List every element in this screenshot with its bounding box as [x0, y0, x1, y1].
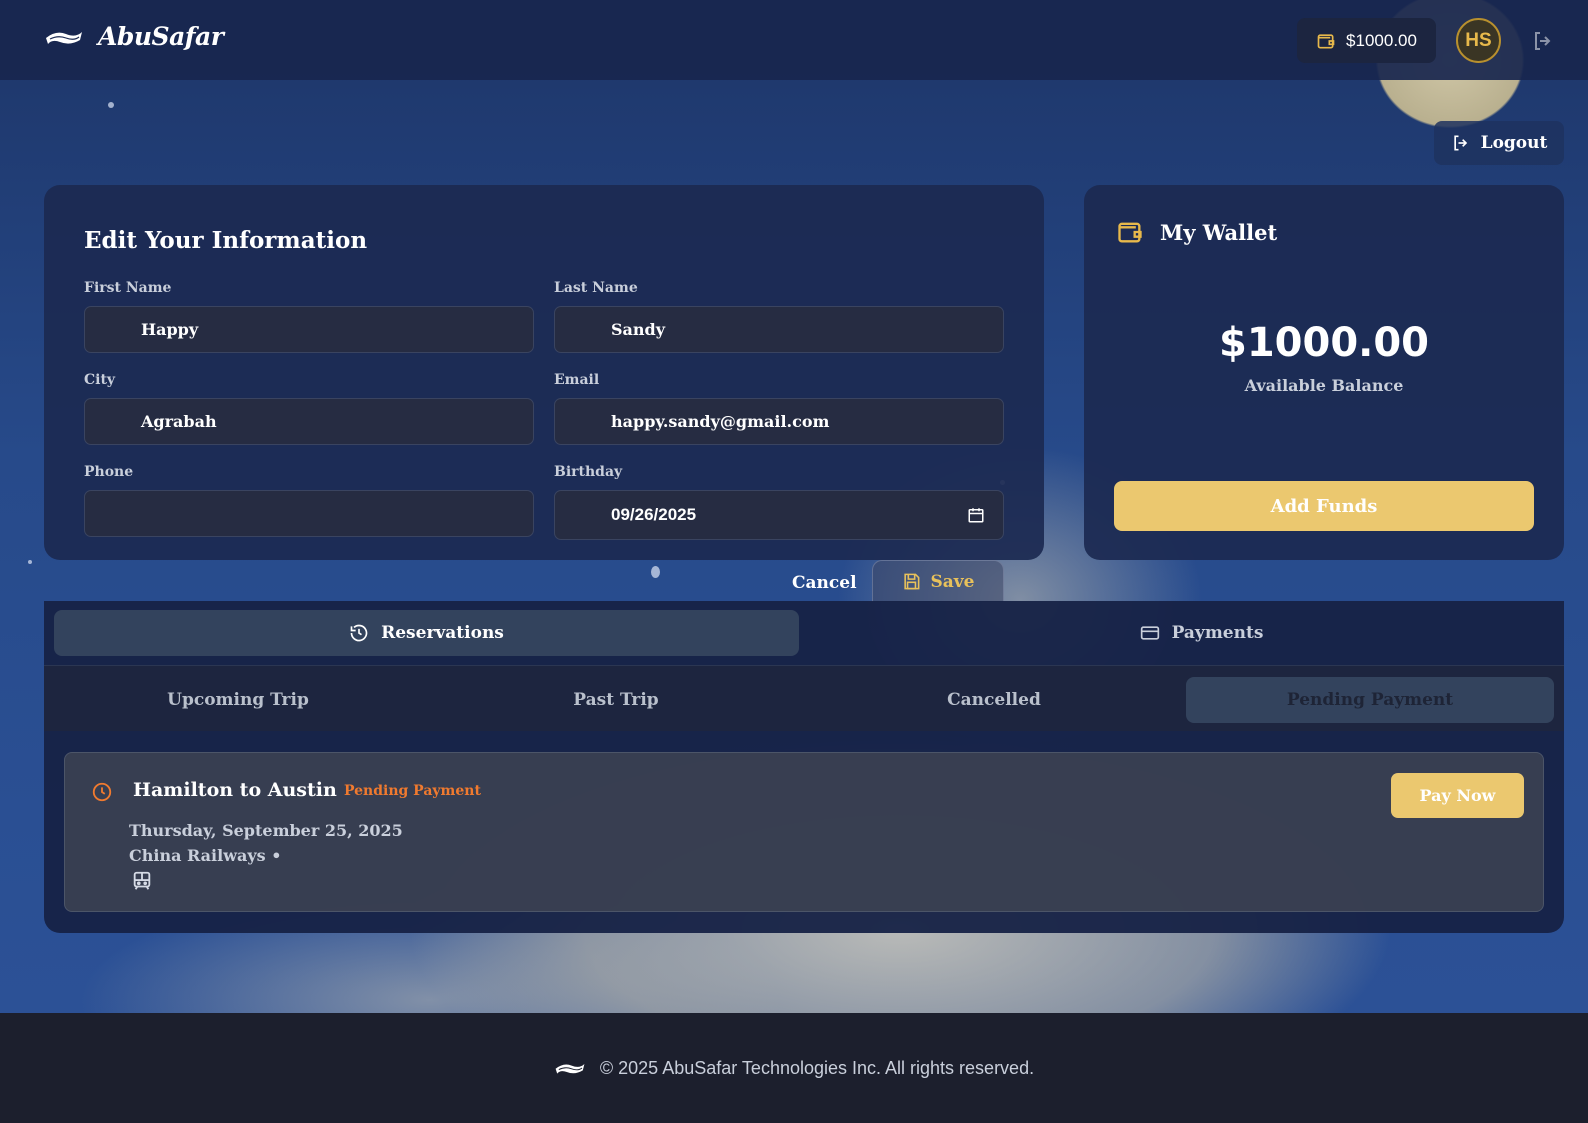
last-name-field[interactable]: Sandy	[554, 306, 1004, 353]
edit-information-card: Edit Your Information First Name Happy L…	[44, 185, 1044, 560]
first-name-label: First Name	[84, 280, 172, 296]
clock-icon	[92, 782, 112, 802]
edit-form-title: Edit Your Information	[84, 227, 368, 254]
train-icon	[133, 871, 151, 890]
reservation-operator: China Railways •	[129, 846, 282, 865]
brand-name: AbuSafar	[98, 22, 224, 51]
tab-reservations-label: Reservations	[381, 623, 504, 643]
reservation-date: Thursday, September 25, 2025	[129, 821, 403, 840]
save-label: Save	[930, 571, 975, 592]
wallet-balance-text: $1000.00	[1346, 30, 1417, 50]
footer: © 2025 AbuSafar Technologies Inc. All ri…	[0, 1013, 1588, 1123]
logout-icon[interactable]	[1531, 29, 1555, 53]
reservation-route: Hamilton to Austin	[133, 779, 337, 801]
email-field[interactable]: happy.sandy@gmail.com	[554, 398, 1004, 445]
tab-cancelled[interactable]: Cancelled	[810, 677, 1178, 723]
tab-payments[interactable]: Payments	[829, 610, 1564, 656]
phone-label: Phone	[84, 464, 134, 480]
reservation-item: Hamilton to Austin Pending Payment Thurs…	[64, 752, 1544, 912]
save-icon	[903, 573, 919, 590]
wallet-header: My Wallet	[1116, 218, 1277, 246]
add-funds-button[interactable]: Add Funds	[1114, 481, 1534, 531]
email-label: Email	[554, 372, 600, 388]
logout-label: Logout	[1480, 133, 1548, 153]
wallet-subtitle: Available Balance	[1244, 376, 1404, 395]
city-field[interactable]: Agrabah	[84, 398, 534, 445]
pay-now-button[interactable]: Pay Now	[1391, 773, 1524, 818]
tab-upcoming-trip[interactable]: Upcoming Trip	[54, 677, 422, 723]
birthday-value: 09/26/2025	[611, 505, 697, 524]
credit-card-icon	[1140, 626, 1159, 640]
header-wallet-balance[interactable]: $1000.00	[1297, 18, 1436, 63]
wallet-amount: $1000.00	[1218, 320, 1430, 366]
tab-reservations[interactable]: Reservations	[54, 610, 799, 656]
birthday-date-field[interactable]: 09/26/2025	[554, 490, 1004, 540]
first-name-field[interactable]: Happy	[84, 306, 534, 353]
reservation-filter-tabs: Upcoming Trip Past Trip Cancelled Pendin…	[44, 665, 1564, 731]
status-badge: Pending Payment	[344, 783, 481, 799]
logout-button[interactable]: Logout	[1434, 121, 1564, 165]
calendar-icon[interactable]	[967, 506, 985, 524]
phone-field[interactable]	[84, 490, 534, 537]
cancel-button[interactable]: Cancel	[792, 573, 857, 593]
wallet-icon	[1317, 33, 1335, 49]
save-button[interactable]: Save	[872, 560, 1004, 602]
magic-carpet-icon	[555, 1064, 585, 1074]
tab-pending-payment[interactable]: Pending Payment	[1186, 677, 1554, 723]
footer-copyright: © 2025 AbuSafar Technologies Inc. All ri…	[599, 1057, 1035, 1078]
bookings-panel: Reservations Payments Upcoming Trip Past…	[44, 601, 1564, 933]
city-label: City	[84, 372, 116, 388]
history-icon	[350, 624, 368, 642]
tab-payments-label: Payments	[1171, 623, 1264, 643]
wallet-card: My Wallet $1000.00 Available Balance Add…	[1084, 185, 1564, 560]
logout-icon	[1453, 135, 1467, 151]
magic-carpet-icon	[46, 31, 82, 44]
wallet-title: My Wallet	[1160, 219, 1278, 245]
avatar[interactable]: HS	[1456, 18, 1501, 63]
birthday-label: Birthday	[554, 464, 623, 480]
top-navbar: AbuSafar $1000.00 HS	[0, 0, 1588, 80]
wallet-icon	[1118, 222, 1142, 243]
last-name-label: Last Name	[554, 280, 638, 296]
brand-logo[interactable]: AbuSafar	[44, 22, 224, 51]
tab-past-trip[interactable]: Past Trip	[432, 677, 800, 723]
